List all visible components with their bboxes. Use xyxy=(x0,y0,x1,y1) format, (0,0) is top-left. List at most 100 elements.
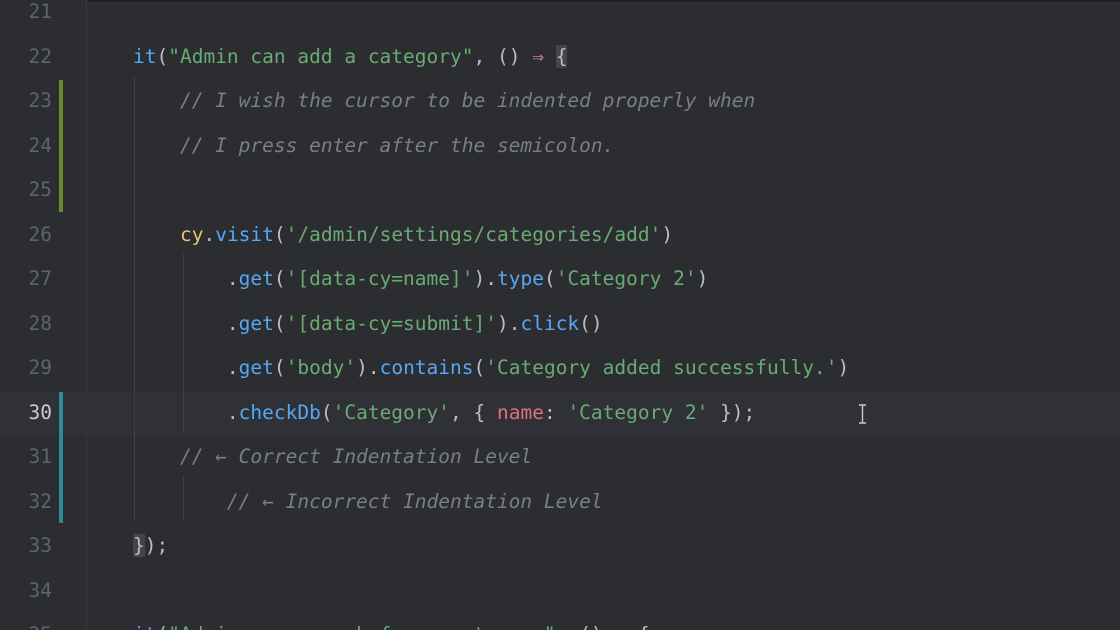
code-token: . xyxy=(133,267,239,290)
code-text[interactable]: // ← Correct Indentation Level xyxy=(133,446,532,468)
line-number: 25 xyxy=(28,178,52,201)
code-token: get xyxy=(238,356,274,379)
code-line[interactable]: 27 .get('[data-cy=name]').type('Category… xyxy=(0,257,1120,301)
code-token: ( xyxy=(273,222,286,246)
code-token: ( xyxy=(273,267,286,290)
code-text[interactable]: .get('[data-cy=submit]').click() xyxy=(133,311,603,335)
line-number: 24 xyxy=(28,133,52,157)
added-lines-marker[interactable] xyxy=(59,80,63,212)
code-token: it xyxy=(133,44,157,68)
code-token: "Admin can add a category" xyxy=(168,44,474,68)
code-token: . xyxy=(133,356,239,379)
code-token: . xyxy=(133,311,239,335)
code-token: ( xyxy=(543,267,556,290)
code-token: ). xyxy=(496,311,521,335)
code-token: , () xyxy=(556,623,615,630)
line-number: 30 xyxy=(28,400,52,424)
code-token: ( xyxy=(320,400,333,424)
code-token: // ← Incorrect Indentation Level xyxy=(133,489,603,513)
code-text[interactable]: // I wish the cursor to be indented prop… xyxy=(133,90,755,112)
code-text[interactable]: // ← Incorrect Indentation Level xyxy=(133,489,603,513)
code-line[interactable]: 23 // I wish the cursor to be indented p… xyxy=(0,79,1120,123)
code-line[interactable]: 24 // I press enter after the semicolon. xyxy=(0,124,1120,168)
code-token: // I wish the cursor to be indented prop… xyxy=(133,89,756,112)
code-text[interactable]: .checkDb('Category', { name: 'Category 2… xyxy=(133,400,756,424)
code-text[interactable]: it("Admin can add a category", () ⇒ { xyxy=(133,44,568,68)
code-token: ( xyxy=(473,356,486,379)
code-token: "Admin can search for a category" xyxy=(168,623,555,630)
code-text[interactable]: // I press enter after the semicolon. xyxy=(133,133,615,157)
code-token: . xyxy=(133,400,239,424)
code-token: ) xyxy=(696,267,709,290)
code-token: 'Category 2' xyxy=(567,400,709,424)
code-token: { xyxy=(626,623,650,630)
code-token: { xyxy=(555,44,568,68)
code-token: click xyxy=(520,311,580,335)
code-token: get xyxy=(238,267,274,290)
code-token: '[data-cy=name]' xyxy=(285,267,474,290)
indent-guide-comment xyxy=(183,476,184,520)
code-token: ( xyxy=(273,356,286,379)
text-cursor-icon xyxy=(859,404,866,424)
code-token: checkDb xyxy=(238,400,321,424)
code-line[interactable]: 28 .get('[data-cy=submit]').click() xyxy=(0,302,1120,346)
code-token: , { xyxy=(450,400,497,424)
code-line[interactable]: 30 .checkDb('Category', { name: 'Categor… xyxy=(0,390,1120,435)
code-token: () xyxy=(579,311,603,335)
line-number: 35 xyxy=(0,624,52,630)
code-line[interactable]: 29 .get('body').contains('Category added… xyxy=(0,346,1120,390)
code-text[interactable]: cy.visit('/admin/settings/categories/add… xyxy=(133,222,674,246)
code-token: ⇒ xyxy=(614,623,626,630)
code-text[interactable]: .get('body').contains('Category added su… xyxy=(133,357,849,379)
line-number: 28 xyxy=(28,311,52,335)
code-token: get xyxy=(238,311,274,335)
code-token: }); xyxy=(708,400,756,424)
indent-guide-block xyxy=(134,77,135,521)
code-token: cy xyxy=(179,222,204,246)
code-token: ( xyxy=(273,311,286,335)
code-token: type xyxy=(496,267,544,290)
code-token: ). xyxy=(356,356,380,379)
line-number: 32 xyxy=(28,489,52,513)
code-token: ). xyxy=(473,267,497,290)
code-editor[interactable]: 21 22 it("Admin can add a category", () ⇒ … xyxy=(0,0,1120,630)
code-token: . xyxy=(203,222,216,246)
code-line[interactable]: 25 xyxy=(0,168,1120,212)
code-line[interactable]: 33}); xyxy=(0,524,1120,568)
line-number: 22 xyxy=(28,44,52,68)
code-token: 'Category 2' xyxy=(555,267,697,290)
code-line[interactable]: 32 // ← Incorrect Indentation Level xyxy=(0,480,1120,524)
modified-lines-marker[interactable] xyxy=(59,391,63,523)
code-line[interactable]: 21 xyxy=(0,0,1120,34)
code-line[interactable]: 26 cy.visit('/admin/settings/categories/… xyxy=(0,213,1120,257)
code-line[interactable]: 34 xyxy=(0,569,1120,613)
line-number: 23 xyxy=(28,89,52,112)
code-line[interactable]: 35 it("Admin can search for a category", … xyxy=(0,613,1120,630)
code-token: 'Category added successfully.' xyxy=(485,356,838,379)
code-token: '/admin/settings/categories/add' xyxy=(285,222,662,246)
code-token: ( xyxy=(156,44,169,68)
line-number: 26 xyxy=(28,222,52,246)
line-number: 33 xyxy=(28,534,52,557)
code-token: name xyxy=(496,400,544,424)
code-line[interactable]: 22 it("Admin can add a category", () ⇒ { xyxy=(0,35,1120,79)
code-text[interactable]: .get('[data-cy=name]').type('Category 2'… xyxy=(133,268,708,290)
code-line[interactable]: 31 // ← Correct Indentation Level xyxy=(0,435,1120,479)
code-token: } xyxy=(133,534,145,557)
line-number: 27 xyxy=(28,267,52,290)
code-token: : xyxy=(543,400,568,424)
code-token: // ← Correct Indentation Level xyxy=(133,445,533,468)
code-token: ) xyxy=(661,222,674,246)
line-number: 31 xyxy=(28,445,52,468)
code-token: '[data-cy=submit]' xyxy=(285,311,497,335)
code-token: contains xyxy=(379,356,474,379)
code-token: it xyxy=(133,623,156,630)
code-text[interactable]: it("Admin can search for a category", ()… xyxy=(133,624,650,630)
code-token: visit xyxy=(215,222,274,246)
code-token: // I press enter after the semicolon. xyxy=(133,133,615,157)
indent-guide-chain xyxy=(183,254,184,432)
code-token: 'Category' xyxy=(332,400,451,424)
code-text[interactable]: }); xyxy=(133,534,168,557)
